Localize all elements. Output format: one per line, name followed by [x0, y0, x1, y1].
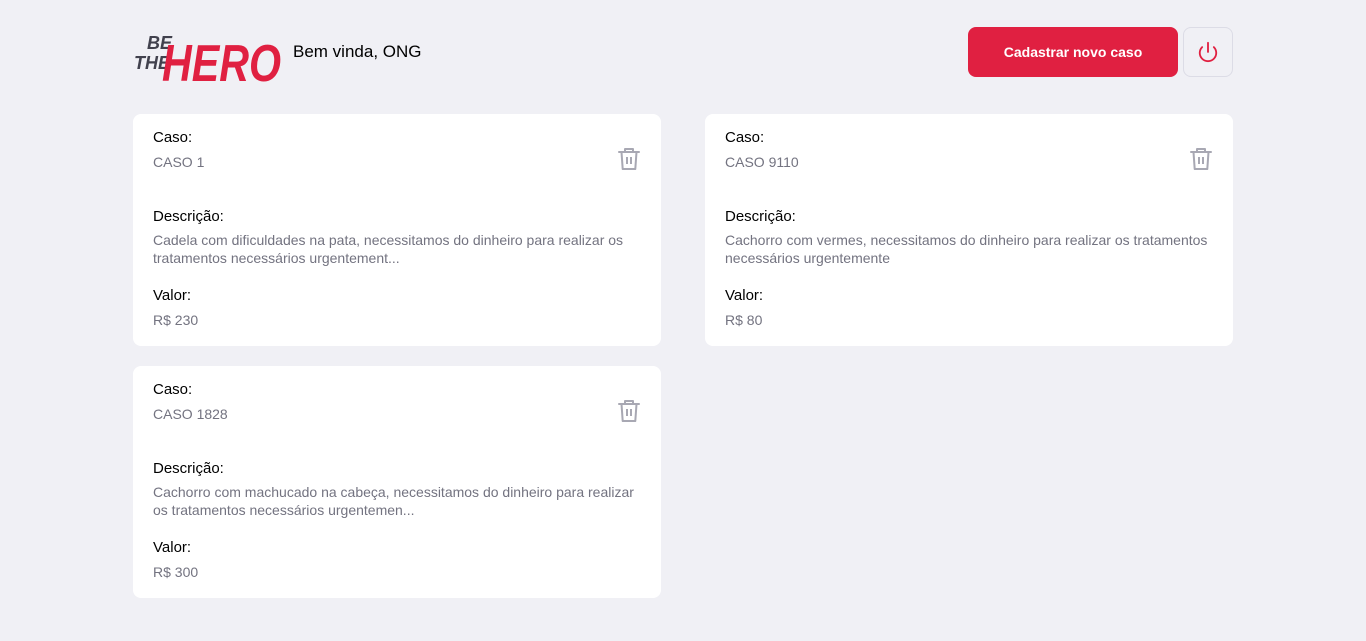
- profile-page: BE THE HERO Bem vinda, ONG Cadastrar nov…: [133, 0, 1233, 598]
- trash-icon: [1190, 148, 1212, 170]
- power-icon: [1198, 41, 1218, 62]
- trash-icon: [618, 148, 640, 170]
- case-value: R$ 80: [725, 312, 763, 328]
- header: BE THE HERO Bem vinda, ONG Cadastrar nov…: [133, 20, 1233, 84]
- welcome-text: Bem vinda, ONG: [293, 42, 422, 61]
- case-title: CASO 9110: [725, 154, 799, 170]
- case-list: Caso: CASO 1 Descrição: Cadela com dific…: [133, 114, 1233, 598]
- case-label: Caso:: [153, 381, 193, 398]
- value-label: Valor:: [153, 287, 192, 304]
- description-label: Descrição:: [153, 460, 224, 477]
- value-label: Valor:: [725, 287, 764, 304]
- trash-icon: [618, 400, 640, 422]
- logout-button[interactable]: [1183, 26, 1233, 77]
- case-card: Caso: CASO 1 Descrição: Cadela com dific…: [133, 114, 661, 346]
- case-description: Cachorro com vermes, necessitamos do din…: [725, 232, 1208, 266]
- case-label: Caso:: [153, 129, 193, 146]
- description-label: Descrição:: [725, 208, 796, 225]
- case-title: CASO 1: [153, 154, 205, 170]
- case-label: Caso:: [725, 129, 765, 146]
- description-label: Descrição:: [153, 208, 224, 225]
- delete-case-button[interactable]: [617, 398, 641, 424]
- be-the-hero-logo: BE THE HERO: [134, 33, 281, 84]
- delete-case-button[interactable]: [617, 146, 641, 172]
- svg-text:HERO: HERO: [162, 35, 281, 84]
- case-title: CASO 1828: [153, 406, 228, 422]
- new-case-button[interactable]: Cadastrar novo caso: [968, 26, 1178, 77]
- case-card: Caso: CASO 1828 Descrição: Cachorro com …: [133, 366, 661, 598]
- delete-case-button[interactable]: [1189, 146, 1213, 172]
- case-value: R$ 300: [153, 564, 199, 580]
- case-card: Caso: CASO 9110 Descrição: Cachorro com …: [705, 114, 1233, 346]
- case-description: Cachorro com machucado na cabeça, necess…: [153, 484, 634, 518]
- value-label: Valor:: [153, 539, 192, 556]
- header-actions: Cadastrar novo caso: [968, 26, 1233, 77]
- case-description: Cadela com dificuldades na pata, necessi…: [153, 232, 624, 266]
- case-value: R$ 230: [153, 312, 199, 328]
